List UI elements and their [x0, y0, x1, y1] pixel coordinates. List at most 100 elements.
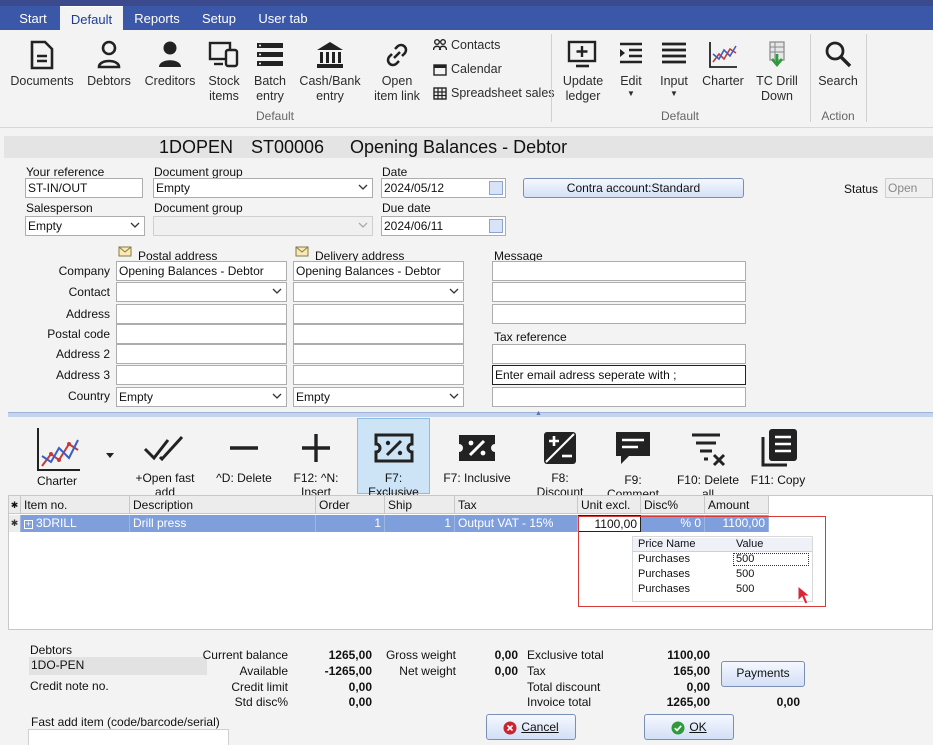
contra-account-button[interactable]: Contra account:Standard — [523, 178, 744, 198]
current-balance-label: Current balance — [202, 648, 288, 662]
tab-start[interactable]: Start — [8, 6, 58, 30]
exclusive-total-label: Exclusive total — [527, 648, 604, 662]
date-dropdown-icon[interactable] — [489, 181, 503, 195]
email-field[interactable]: Enter email adress seperate with ; — [492, 365, 746, 385]
delivery-country-combo[interactable]: Empty — [293, 387, 464, 407]
message-line-3[interactable] — [492, 304, 746, 324]
input-button[interactable]: Input ▼ — [654, 40, 694, 99]
spreadsheet-sales-button[interactable]: Spreadsheet sales — [433, 86, 555, 100]
popup-row-value[interactable]: 500 — [733, 553, 809, 566]
expand-icon[interactable]: + — [24, 520, 33, 529]
exclusive-button[interactable]: F7: Exclusive — [357, 418, 430, 499]
insert-button[interactable]: F12: ^N: Insert — [279, 429, 353, 499]
delivery-address-field[interactable] — [293, 304, 464, 324]
col-order[interactable]: Order — [316, 496, 385, 514]
tax-reference-field[interactable] — [492, 344, 746, 364]
delivery-contact-combo[interactable] — [293, 282, 464, 302]
delivery-postal-code-field[interactable] — [293, 324, 464, 344]
creditors-button[interactable]: Creditors — [142, 40, 198, 89]
email-line-2[interactable] — [492, 387, 746, 407]
date-field[interactable]: 2024/05/12 — [381, 178, 506, 198]
charter-ribbon-button[interactable]: Charter — [700, 40, 746, 89]
documents-button[interactable]: Documents — [8, 40, 76, 89]
tab-user[interactable]: User tab — [252, 6, 314, 30]
debtors-button[interactable]: Debtors — [84, 40, 134, 89]
due-date-dropdown-icon[interactable] — [489, 219, 503, 233]
col-disc[interactable]: Disc% — [641, 496, 705, 514]
tab-default[interactable]: Default — [60, 6, 123, 30]
delete-all-button[interactable]: F10: Delete all — [671, 429, 745, 501]
person-solid-icon — [159, 41, 181, 67]
edit-button[interactable]: Edit ▼ — [612, 40, 650, 99]
cell-tax[interactable]: Output VAT - 15% — [455, 515, 578, 532]
popup-row-value[interactable]: 500 — [736, 583, 754, 595]
batch-entry-button[interactable]: Batch entry — [250, 40, 290, 104]
spreadsheet-label: Spreadsheet sales — [451, 86, 555, 100]
col-ship[interactable]: Ship — [385, 496, 455, 514]
postal-address2-field[interactable] — [116, 344, 287, 364]
items-grid: ✱ Item no. Description Order Ship Tax Un… — [8, 495, 933, 630]
popup-row-value[interactable]: 500 — [736, 568, 754, 580]
cancel-button[interactable]: Cancel — [486, 714, 576, 740]
splitter[interactable] — [8, 412, 933, 417]
salesperson-combo[interactable]: Empty — [25, 216, 145, 236]
popup-row-name[interactable]: Purchases — [638, 568, 690, 580]
comment-button[interactable]: F9: Comment — [598, 429, 668, 501]
popup-row-name[interactable]: Purchases — [638, 553, 690, 565]
delivery-company-field[interactable]: Opening Balances - Debtor — [293, 261, 464, 281]
credit-limit-label: Credit limit — [231, 680, 288, 694]
due-date-field[interactable]: 2024/06/11 — [381, 216, 506, 236]
postal-contact-combo[interactable] — [116, 282, 287, 302]
postal-address-field[interactable] — [116, 304, 287, 324]
chevron-down-icon — [272, 288, 282, 294]
open-label-2: item link — [374, 89, 420, 103]
col-description[interactable]: Description — [130, 496, 316, 514]
col-tax[interactable]: Tax — [455, 496, 578, 514]
your-reference-field[interactable]: ST-IN/OUT — [25, 178, 143, 198]
message-line-2[interactable] — [492, 282, 746, 302]
message-line-1[interactable] — [492, 261, 746, 281]
available-label: Available — [239, 664, 288, 678]
tc-drill-down-button[interactable]: TC Drill Down — [754, 40, 800, 104]
col-amount-excl[interactable]: Amount excl — [705, 496, 769, 530]
envelope-icon — [295, 246, 309, 257]
postal-address3-field[interactable] — [116, 365, 287, 385]
ok-button[interactable]: OK — [644, 714, 734, 740]
cell-description[interactable]: Drill press — [130, 515, 316, 532]
chevron-down-icon — [130, 222, 140, 228]
search-button[interactable]: Search — [816, 40, 860, 89]
inclusive-button[interactable]: F7: Inclusive — [440, 429, 514, 485]
calendar-button[interactable]: Calendar — [433, 62, 502, 76]
doc-group-combo[interactable]: Empty — [153, 178, 373, 198]
postal-company-field[interactable]: Opening Balances - Debtor — [116, 261, 287, 281]
update-ledger-button[interactable]: Update ledger — [560, 40, 606, 104]
table-row[interactable]: +3DRILL — [21, 515, 130, 532]
charter-button[interactable]: Charter — [25, 426, 89, 488]
open-fast-add-button[interactable]: +Open fast add — [125, 429, 205, 499]
cell-order[interactable]: 1 — [316, 515, 385, 532]
cell-ship[interactable]: 1 — [385, 515, 455, 532]
tab-reports[interactable]: Reports — [128, 6, 186, 30]
stock-items-button[interactable]: Stock items — [204, 40, 244, 104]
delete-button[interactable]: ^D: Delete — [214, 429, 274, 485]
tab-setup[interactable]: Setup — [194, 6, 244, 30]
delivery-address2-field[interactable] — [293, 344, 464, 364]
payments-button[interactable]: Payments — [721, 661, 805, 687]
contacts-button[interactable]: Contacts — [433, 38, 500, 52]
postal-code-field[interactable] — [116, 324, 287, 344]
debtors-label: Debtors — [30, 643, 73, 657]
col-item-no[interactable]: Item no. — [21, 496, 130, 514]
discount-button[interactable]: F8: Discount — [527, 429, 593, 499]
popup-row-name[interactable]: Purchases — [638, 583, 690, 595]
doc-group-2-label: Document group — [154, 201, 243, 215]
delivery-address3-field[interactable] — [293, 365, 464, 385]
chevron-down-icon — [106, 453, 114, 458]
fast-add-item-field[interactable] — [28, 729, 229, 745]
debtor-field[interactable]: 1DO-PEN — [29, 657, 207, 675]
postal-country-combo[interactable]: Empty — [116, 387, 287, 407]
copy-button[interactable]: F11: Copy — [750, 427, 806, 487]
cash-bank-button[interactable]: Cash/Bank entry — [298, 40, 362, 104]
col-unit-excl[interactable]: Unit excl. — [578, 496, 641, 514]
salesperson-label: Salesperson — [26, 201, 93, 215]
open-item-link-button[interactable]: Open item link — [370, 40, 424, 104]
